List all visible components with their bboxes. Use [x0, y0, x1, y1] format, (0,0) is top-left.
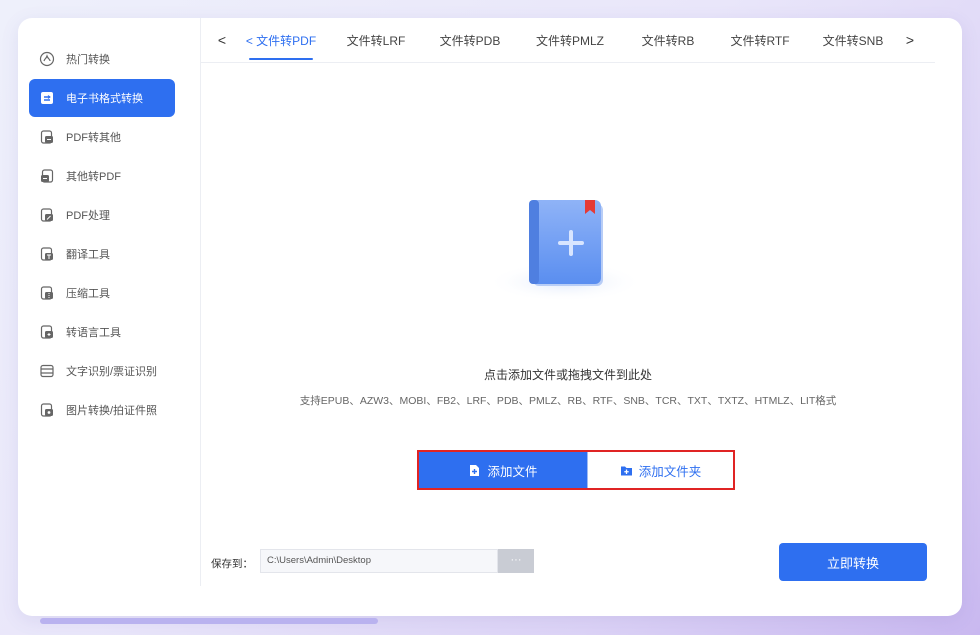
ocr-icon [39, 363, 55, 379]
taskbar-strip [40, 618, 378, 624]
tab-scroll-right-button[interactable]: > [899, 32, 921, 48]
add-folder-button[interactable]: 添加文件夹 [587, 452, 733, 488]
add-book-illustration [485, 190, 645, 302]
sidebar-item-image[interactable]: 图片转换/拍证件照 [29, 391, 175, 429]
sidebar-item-other-to-pdf[interactable]: 其他转PDF [29, 157, 175, 195]
main-panel: < < 文件转PDF 文件转LRF 文件转PDB 文件转PMLZ 文件转RB 文… [200, 18, 935, 586]
add-file-icon [470, 464, 480, 476]
tab-file-to-snb[interactable]: 文件转SNB [807, 18, 899, 62]
sidebar-item-voice[interactable]: 转语言工具 [29, 313, 175, 351]
add-folder-icon [620, 466, 632, 475]
sidebar-item-label: 压缩工具 [66, 288, 110, 300]
translate-icon [39, 246, 55, 262]
sidebar: 热门转换 电子书格式转换 PDF转其他 其他转PDF PDF处理 翻译工具 压缩… [18, 18, 194, 578]
sidebar-item-label: 翻译工具 [66, 249, 110, 261]
sidebar-item-hot[interactable]: 热门转换 [29, 40, 175, 78]
tab-file-to-pdf[interactable]: < 文件转PDF [233, 18, 329, 62]
convert-now-button[interactable]: 立即转换 [779, 543, 927, 581]
pdf-export-icon [39, 129, 55, 145]
tab-file-to-rb[interactable]: 文件转RB [623, 18, 713, 62]
pdf-edit-icon [39, 207, 55, 223]
footer-bar: 保存到： C:\Users\Admin\Desktop ··· 立即转换 [201, 533, 935, 586]
hot-icon [39, 51, 55, 67]
compress-icon [39, 285, 55, 301]
supported-formats: 支持EPUB、AZW3、MOBI、FB2、LRF、PDB、PMLZ、RB、RTF… [299, 395, 837, 407]
sidebar-item-label: 图片转换/拍证件照 [66, 405, 158, 417]
ebook-icon [39, 90, 55, 106]
add-file-label: 添加文件 [487, 464, 538, 479]
sidebar-item-label: 热门转换 [66, 54, 110, 66]
browse-folder-button[interactable]: ··· [498, 549, 534, 573]
tab-file-to-pmlz[interactable]: 文件转PMLZ [517, 18, 623, 62]
sidebar-item-label: PDF转其他 [66, 132, 121, 144]
add-folder-label: 添加文件夹 [638, 464, 702, 479]
tab-file-to-rtf[interactable]: 文件转RTF [713, 18, 807, 62]
sidebar-item-ocr[interactable]: 文字识别/票证识别 [29, 352, 175, 390]
add-buttons-group: 添加文件 添加文件夹 [417, 450, 735, 490]
sidebar-item-label: 电子书格式转换 [66, 93, 143, 105]
tab-file-to-pdb[interactable]: 文件转PDB [423, 18, 517, 62]
tab-bar: < < 文件转PDF 文件转LRF 文件转PDB 文件转PMLZ 文件转RB 文… [201, 18, 935, 63]
sidebar-item-label: PDF处理 [66, 210, 110, 222]
sidebar-item-label: 文字识别/票证识别 [66, 366, 158, 378]
pdf-import-icon [39, 168, 55, 184]
file-drop-area[interactable]: 点击添加文件或拖拽文件到此处 支持EPUB、AZW3、MOBI、FB2、LRF、… [209, 70, 927, 520]
tab-file-to-lrf[interactable]: 文件转LRF [329, 18, 423, 62]
sidebar-item-ebook[interactable]: 电子书格式转换 [29, 79, 175, 117]
image-icon [39, 402, 55, 418]
add-file-button[interactable]: 添加文件 [419, 452, 587, 488]
voice-icon [39, 324, 55, 340]
save-to-label: 保存到： [211, 558, 253, 570]
sidebar-item-label: 其他转PDF [66, 171, 121, 183]
sidebar-item-translate[interactable]: 翻译工具 [29, 235, 175, 273]
sidebar-item-compress[interactable]: 压缩工具 [29, 274, 175, 312]
sidebar-item-pdf-process[interactable]: PDF处理 [29, 196, 175, 234]
tab-scroll-left-button[interactable]: < [211, 32, 233, 48]
sidebar-item-pdf-to-other[interactable]: PDF转其他 [29, 118, 175, 156]
drop-instruction: 点击添加文件或拖拽文件到此处 [483, 368, 652, 382]
save-path-field[interactable]: C:\Users\Admin\Desktop [260, 549, 498, 573]
sidebar-item-label: 转语言工具 [66, 327, 121, 339]
